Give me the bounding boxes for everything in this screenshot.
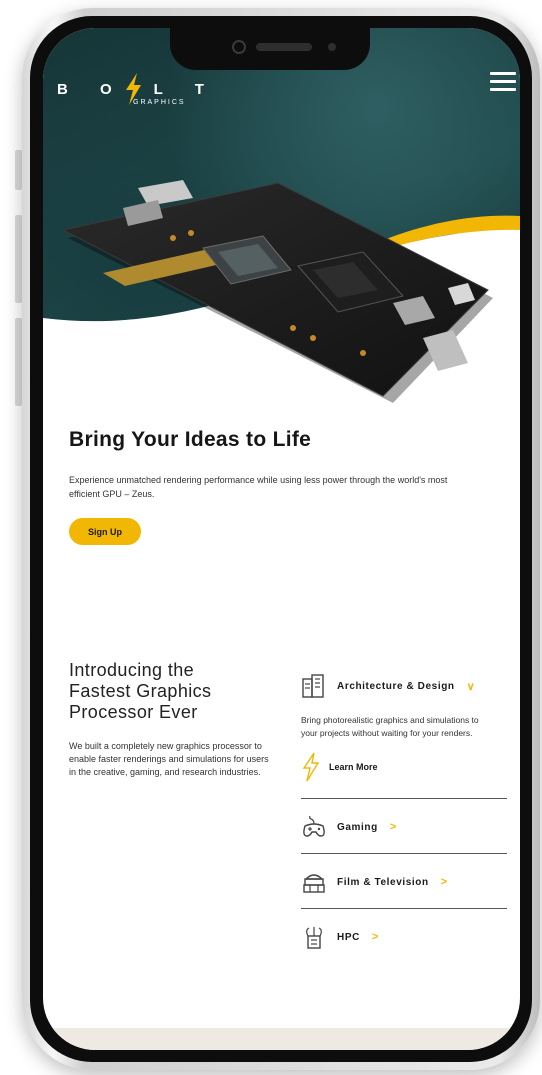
- hero-title: Bring Your Ideas to Life: [69, 428, 312, 451]
- hero-section: B O L T GRAPHICS: [43, 28, 520, 428]
- chevron-right-icon: >: [440, 876, 448, 888]
- film-icon: [303, 874, 325, 893]
- menu-icon[interactable]: [490, 72, 516, 91]
- accordion-item-label: Gaming: [337, 821, 378, 833]
- divider: [301, 853, 507, 854]
- chevron-right-icon: >: [371, 931, 379, 943]
- intro-title: Introducing the Fastest Graphics Process…: [69, 660, 212, 722]
- accordion-item-label: HPC: [337, 931, 360, 943]
- accordion-item-body: Bring photorealistic graphics and simula…: [301, 715, 479, 738]
- gamepad-icon: [303, 815, 325, 837]
- server-icon: [306, 927, 322, 949]
- volume-up-button: [15, 215, 22, 303]
- gpu-board-image: [63, 180, 493, 403]
- accordion-item-hpc[interactable]: HPC >: [301, 919, 507, 955]
- accordion-item-film-television[interactable]: Film & Television >: [301, 864, 507, 900]
- chevron-down-icon: ∨: [466, 680, 475, 693]
- chevron-right-icon: >: [389, 821, 397, 833]
- phone-screen: B O L T GRAPHICS Bring Your Ideas to Lif…: [43, 28, 520, 1050]
- sign-up-button[interactable]: Sign Up: [69, 518, 141, 545]
- lightning-bolt-icon: [302, 752, 320, 782]
- divider: [301, 908, 507, 909]
- building-icon: [302, 674, 324, 698]
- divider: [301, 798, 507, 799]
- volume-down-button: [15, 318, 22, 406]
- camera-icon: [232, 40, 246, 54]
- accordion-item-architecture[interactable]: Architecture & Design ∨: [301, 668, 507, 704]
- brand-logo-subtitle: GRAPHICS: [133, 99, 186, 106]
- accordion-item-label: Film & Television: [337, 876, 429, 888]
- phone-notch: [170, 28, 370, 70]
- accordion-item-label: Architecture & Design: [337, 680, 455, 692]
- accordion-item-gaming[interactable]: Gaming >: [301, 809, 507, 845]
- learn-more-link[interactable]: Learn More: [301, 750, 507, 784]
- intro-description: We built a completely new graphics proce…: [69, 741, 269, 777]
- speaker-grille: [256, 43, 312, 51]
- learn-more-label: Learn More: [329, 762, 378, 772]
- mute-switch: [15, 150, 22, 190]
- sensor-dot: [328, 43, 336, 51]
- footer-strip: [43, 1028, 520, 1050]
- hero-description: Experience unmatched rendering performan…: [69, 475, 448, 499]
- industries-accordion: Architecture & Design ∨ Bring photoreali…: [301, 668, 507, 955]
